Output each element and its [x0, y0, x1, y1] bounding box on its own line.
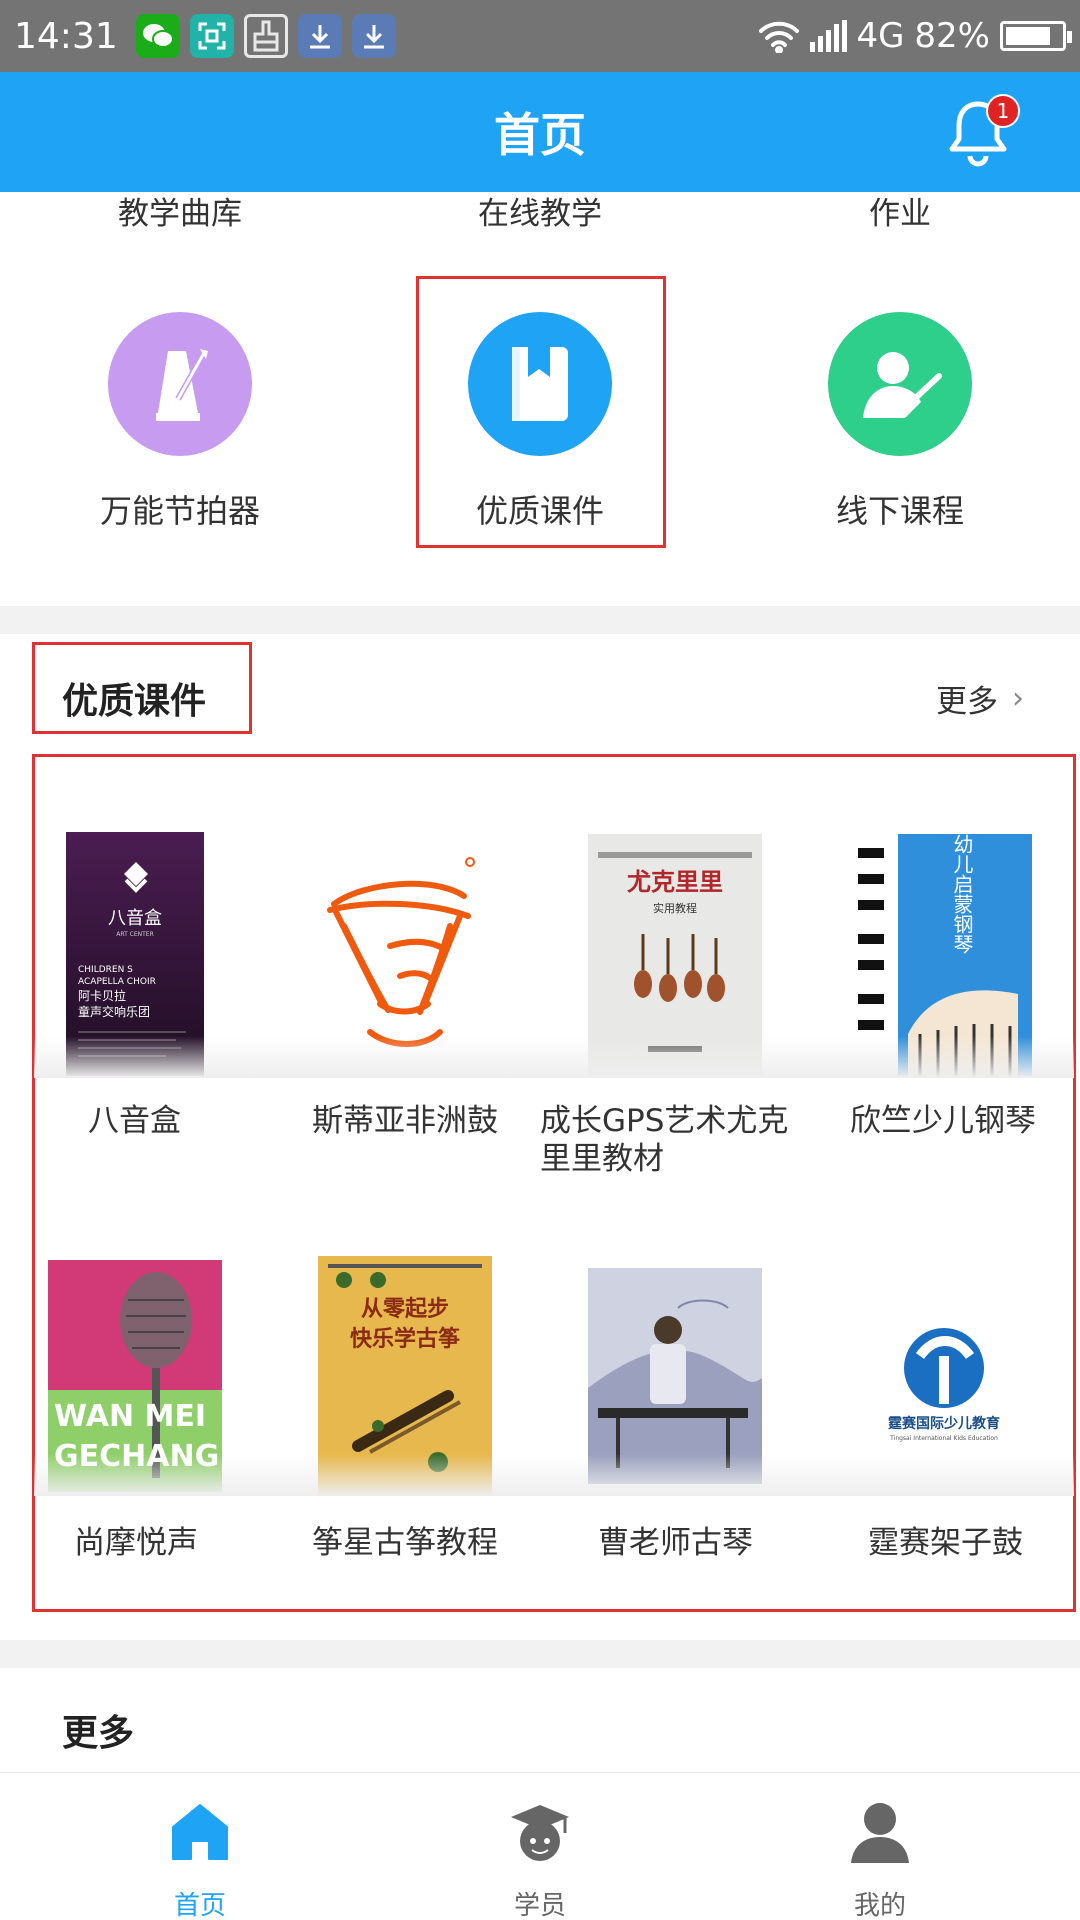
scan-icon [189, 14, 234, 58]
teacher-icon [828, 312, 972, 456]
notification-button[interactable]: 1 [946, 94, 1020, 168]
battery-icon [1000, 21, 1072, 51]
cover-title: 幼儿启蒙钢琴 [950, 834, 974, 954]
course-name[interactable]: 尚摩悦声 [74, 1524, 198, 1562]
download-icon [297, 14, 342, 58]
category-teaching-library[interactable]: 教学曲库 [118, 188, 242, 233]
category-row: 教学曲库 在线教学 作业 [0, 188, 1080, 232]
course-name[interactable]: 曹老师古琴 [598, 1524, 753, 1562]
section-divider [0, 1640, 1080, 1668]
notification-badge: 1 [986, 94, 1020, 128]
tool-metronome[interactable]: 万能节拍器 [60, 312, 300, 532]
cover-subtitle: ART CENTER [116, 931, 154, 938]
cover-subtitle: Tingsai International Kids Education [889, 1435, 998, 1442]
status-time: 14:31 [14, 15, 118, 57]
student-icon [511, 1805, 569, 1861]
course-name[interactable]: 欣竺少儿钢琴 [850, 1102, 1036, 1140]
network-type: 4G [856, 16, 905, 56]
section-title: 优质课件 [62, 681, 207, 722]
tool-label: 线下课程 [835, 492, 964, 530]
tab-label: 学员 [513, 1891, 566, 1920]
cover-text: 阿卡贝拉 [78, 988, 126, 1003]
chevron-right-icon: › [1012, 681, 1024, 716]
profile-icon [851, 1803, 909, 1863]
cover-text: ACAPELLA CHOIR [78, 977, 156, 987]
cover-title: WAN MEI [54, 1399, 206, 1434]
category-online-teaching[interactable]: 在线教学 [478, 188, 602, 233]
cover-text: CHILDREN S [78, 965, 133, 975]
tab-home[interactable]: 首页 [100, 1797, 300, 1920]
row-shading [34, 1454, 1074, 1496]
african-drum-logo [327, 857, 475, 1047]
download-icon [351, 14, 396, 58]
course-name[interactable]: 霆赛架子鼓 [868, 1524, 1023, 1562]
status-indicators: 4G 82% [758, 16, 1072, 56]
cover-title: 从零起步 [361, 1296, 449, 1322]
tool-label: 万能节拍器 [99, 492, 260, 530]
course-name[interactable]: 成长GPS艺术尤克里里教材 [540, 1102, 810, 1178]
tab-bar: 首页 学员 我的 [0, 1772, 1080, 1920]
course-cover[interactable] [588, 1268, 762, 1484]
app-header: 首页 1 [0, 72, 1080, 192]
status-bar: 14:31 4G 82% [0, 0, 1080, 72]
cover-subtitle: 实用教程 [653, 901, 697, 915]
cover-text: 童声交响乐团 [78, 1004, 150, 1019]
more-button[interactable]: 更多 › [936, 676, 1024, 721]
home-icon [172, 1804, 228, 1860]
page-title: 首页 [494, 108, 586, 162]
tab-label: 首页 [173, 1891, 226, 1920]
metronome-icon [108, 312, 252, 456]
course-name[interactable]: 八音盒 [88, 1102, 181, 1140]
tool-offline-course[interactable]: 线下课程 [780, 312, 1020, 532]
course-cover[interactable] [310, 846, 490, 1056]
wechat-icon [135, 14, 180, 58]
cover-title: 快乐学古筝 [350, 1326, 460, 1352]
cover-title: 八音盒 [108, 908, 162, 929]
course-name[interactable]: 筝星古筝教程 [312, 1524, 498, 1562]
tab-student[interactable]: 学员 [440, 1797, 640, 1920]
wifi-icon [759, 21, 800, 53]
tab-mine[interactable]: 我的 [780, 1797, 980, 1920]
cleaner-icon [243, 14, 288, 58]
course-name[interactable]: 斯蒂亚非洲鼓 [312, 1102, 498, 1140]
row-shading [34, 1036, 1074, 1078]
highlight-box [416, 276, 666, 548]
more-section-title: 更多 [62, 1713, 135, 1754]
category-homework[interactable]: 作业 [869, 188, 931, 233]
battery-percent: 82% [914, 16, 990, 56]
section-divider [0, 606, 1080, 634]
cover-title: 尤克里里 [627, 868, 723, 896]
cover-title: 霆赛国际少儿教育 [888, 1415, 1000, 1432]
more-label: 更多 [936, 684, 998, 720]
signal-icon [810, 20, 850, 52]
tab-label: 我的 [853, 1891, 906, 1920]
